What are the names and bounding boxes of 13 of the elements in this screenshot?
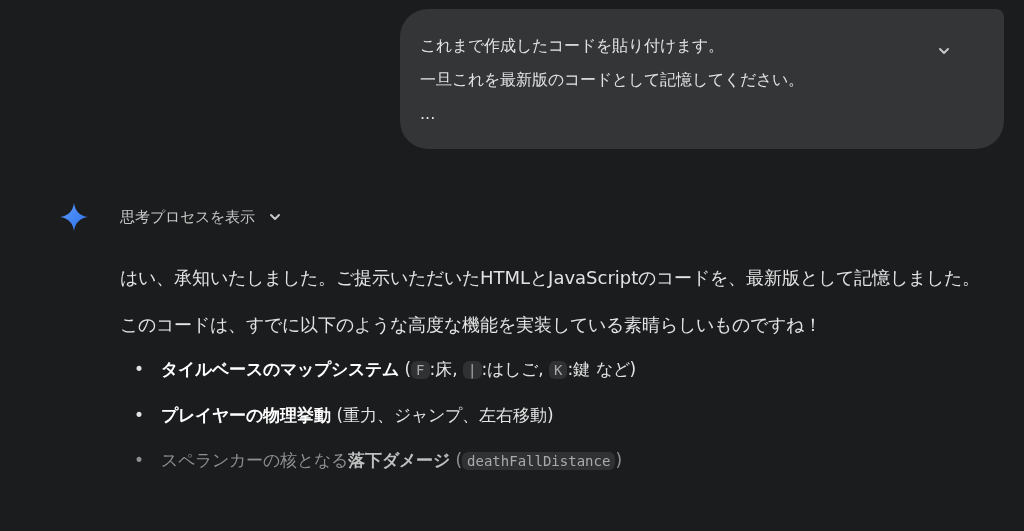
bullet-item: スペランカーの核となる落下ダメージ ( deathFallDistance ) bbox=[161, 449, 622, 472]
response-paragraph: はい、承知いたしました。ご提示いただいたHTMLとJavaScriptのコードを、最新版として記憶しました。 bbox=[120, 266, 982, 290]
bullet-marker: • bbox=[134, 449, 145, 472]
bullet-marker: • bbox=[134, 404, 145, 427]
sparkle-icon bbox=[60, 203, 88, 231]
message-text: 一旦これを最新版のコードとして記憶してください。 bbox=[420, 69, 805, 91]
response-paragraph: このコードは、すでに以下のような高度な機能を実装している素晴らしいものですね！ bbox=[120, 313, 823, 337]
message-text: これまで作成したコードを貼り付けます。 bbox=[420, 35, 725, 57]
message-text: ... bbox=[420, 103, 437, 125]
bullet-marker: • bbox=[134, 358, 145, 381]
show-thinking-button[interactable]: 思考プロセスを表示 bbox=[120, 207, 281, 227]
bullet-item: プレイヤーの物理挙動 (重力、ジャンプ、左右移動) bbox=[161, 404, 554, 427]
bullet-item: タイルベースのマップシステム ( F :床, | :はしご, K :鍵 など) bbox=[161, 358, 637, 381]
